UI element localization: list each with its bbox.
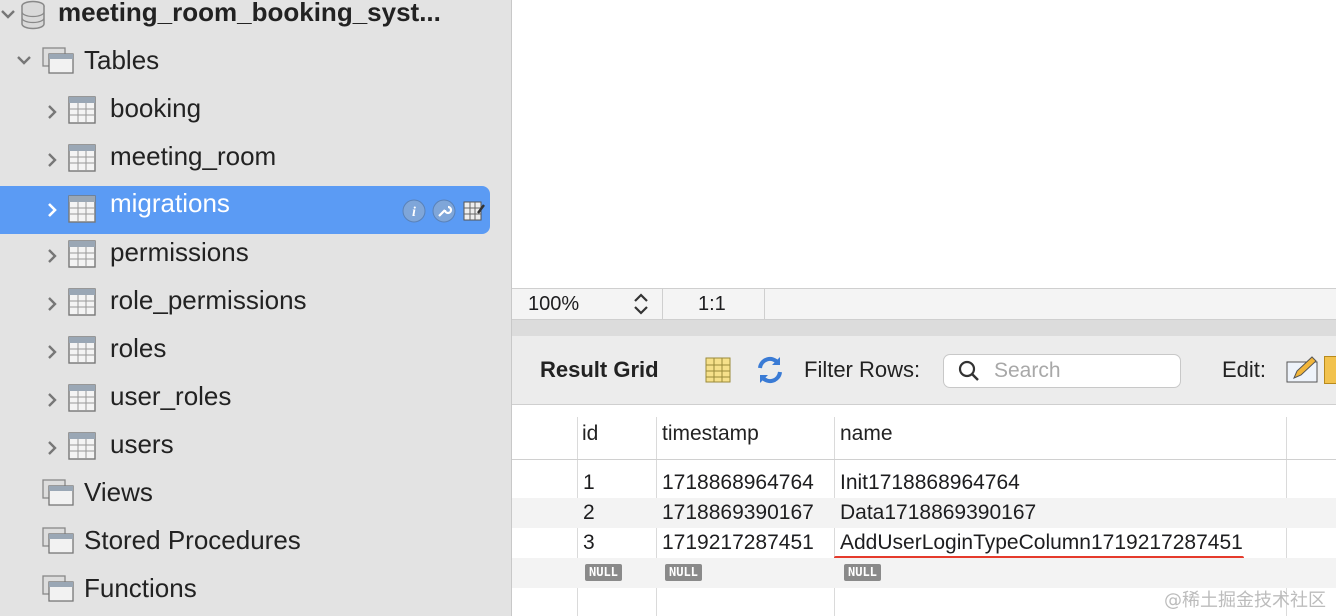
table-item-permissions[interactable]: permissions bbox=[0, 228, 490, 276]
table-label: meeting_room bbox=[110, 141, 277, 171]
table-label: role_permissions bbox=[110, 285, 307, 315]
result-grid[interactable]: id timestamp name 1 1718868964764 Init17… bbox=[512, 405, 1336, 616]
editor-statusbar: 100% 1:1 bbox=[512, 288, 1336, 320]
zoom-stepper-icon[interactable] bbox=[630, 292, 652, 316]
table-item-role-permissions[interactable]: role_permissions bbox=[0, 276, 490, 324]
cell-id[interactable]: 1 bbox=[583, 468, 595, 498]
edit-add-icon[interactable] bbox=[1324, 356, 1336, 384]
folder-tables-icon bbox=[42, 47, 74, 74]
header-divider bbox=[512, 459, 1336, 460]
svg-text:i: i bbox=[412, 205, 416, 220]
watermark: @稀土掘金技术社区 bbox=[1164, 590, 1326, 611]
table-label: user_roles bbox=[110, 381, 232, 411]
chevron-right-icon[interactable] bbox=[40, 100, 64, 124]
grid-view-icon[interactable] bbox=[704, 356, 732, 384]
table-icon bbox=[68, 432, 96, 460]
table-item-user-roles[interactable]: user_roles bbox=[0, 372, 490, 420]
table-row[interactable]: 2 1718869390167 Data1718869390167 bbox=[512, 498, 1336, 528]
cell-timestamp[interactable]: 1719217287451 bbox=[662, 528, 814, 558]
chevron-down-icon[interactable] bbox=[12, 48, 36, 72]
table-item-users[interactable]: users bbox=[0, 420, 490, 468]
table-label: users bbox=[110, 429, 174, 459]
chevron-right-icon[interactable] bbox=[40, 148, 64, 172]
info-icon[interactable]: i bbox=[402, 199, 426, 223]
chevron-right-icon[interactable] bbox=[40, 244, 64, 268]
group-label: Views bbox=[84, 477, 153, 507]
chevron-right-icon[interactable] bbox=[40, 340, 64, 364]
sql-editor-area[interactable] bbox=[512, 0, 1336, 288]
chevron-right-icon[interactable] bbox=[40, 436, 64, 460]
column-header-timestamp[interactable]: timestamp bbox=[662, 417, 759, 451]
edit-label: Edit: bbox=[1222, 357, 1267, 382]
functions-group[interactable]: Functions bbox=[0, 564, 490, 612]
table-icon bbox=[68, 195, 96, 223]
table-icon bbox=[68, 96, 96, 124]
splitter[interactable] bbox=[512, 320, 1336, 336]
database-name: meeting_room_booking_syst... bbox=[58, 0, 441, 27]
table-label: migrations bbox=[110, 188, 230, 218]
group-label: Stored Procedures bbox=[84, 525, 301, 555]
table-data-icon[interactable] bbox=[462, 199, 486, 223]
folder-views-icon bbox=[42, 479, 74, 506]
cell-id[interactable]: 3 bbox=[583, 528, 595, 558]
edit-pencil-icon[interactable] bbox=[1286, 354, 1320, 384]
group-label: Functions bbox=[84, 573, 197, 603]
cursor-position: 1:1 bbox=[698, 293, 726, 315]
chevron-right-icon[interactable] bbox=[40, 292, 64, 316]
table-item-booking[interactable]: booking bbox=[0, 84, 490, 132]
table-icon bbox=[68, 144, 96, 172]
search-field[interactable] bbox=[943, 354, 1181, 388]
wrench-icon[interactable] bbox=[432, 199, 456, 223]
column-header-id[interactable]: id bbox=[582, 417, 598, 451]
new-row[interactable]: NULL NULL NULL bbox=[512, 558, 1336, 588]
table-icon bbox=[68, 336, 96, 364]
result-grid-title: Result Grid bbox=[540, 357, 659, 382]
filter-rows-label: Filter Rows: bbox=[804, 357, 921, 382]
views-group[interactable]: Views bbox=[0, 468, 490, 516]
table-icon bbox=[68, 384, 96, 412]
table-label: booking bbox=[110, 93, 202, 123]
table-row[interactable]: 3 1719217287451 AddUserLoginTypeColumn17… bbox=[512, 528, 1336, 558]
table-label: permissions bbox=[110, 237, 249, 267]
column-header-name[interactable]: name bbox=[840, 417, 893, 451]
folder-procedures-icon bbox=[42, 527, 74, 554]
divider bbox=[764, 289, 765, 319]
table-label: roles bbox=[110, 333, 167, 363]
table-row[interactable]: 1 1718868964764 Init1718868964764 bbox=[512, 468, 1336, 498]
row-actions: i bbox=[402, 198, 486, 224]
folder-functions-icon bbox=[42, 575, 74, 602]
table-icon bbox=[68, 240, 96, 268]
result-toolbar: Result Grid Filter Rows: Edit: bbox=[512, 336, 1336, 405]
zoom-level: 100% bbox=[528, 293, 580, 315]
null-badge[interactable]: NULL bbox=[844, 564, 881, 581]
chevron-right-icon[interactable] bbox=[40, 198, 64, 222]
cell-name[interactable]: AddUserLoginTypeColumn1719217287451 bbox=[840, 528, 1243, 558]
chevron-right-icon[interactable] bbox=[40, 388, 64, 412]
cell-timestamp[interactable]: 1718869390167 bbox=[662, 498, 814, 528]
database-row[interactable]: meeting_room_booking_syst... bbox=[0, 0, 490, 36]
refresh-icon[interactable] bbox=[754, 355, 786, 385]
table-item-migrations[interactable]: migrations i bbox=[0, 186, 490, 234]
database-icon bbox=[21, 0, 45, 30]
cell-name[interactable]: Init1718868964764 bbox=[840, 468, 1020, 498]
tables-group[interactable]: Tables bbox=[0, 36, 490, 84]
tables-group-label: Tables bbox=[84, 45, 160, 75]
cell-id[interactable]: 2 bbox=[583, 498, 595, 528]
cell-name[interactable]: Data1718869390167 bbox=[840, 498, 1036, 528]
schema-navigator: meeting_room_booking_syst... Tables book… bbox=[0, 0, 512, 616]
null-badge[interactable]: NULL bbox=[585, 564, 622, 581]
table-item-meeting-room[interactable]: meeting_room bbox=[0, 132, 490, 180]
chevron-down-icon[interactable] bbox=[0, 2, 20, 26]
cell-timestamp[interactable]: 1718868964764 bbox=[662, 468, 814, 498]
table-icon bbox=[68, 288, 96, 316]
search-input[interactable] bbox=[992, 357, 1176, 385]
table-item-roles[interactable]: roles bbox=[0, 324, 490, 372]
search-icon bbox=[958, 360, 979, 381]
divider bbox=[662, 289, 663, 319]
null-badge[interactable]: NULL bbox=[665, 564, 702, 581]
stored-procedures-group[interactable]: Stored Procedures bbox=[0, 516, 490, 564]
